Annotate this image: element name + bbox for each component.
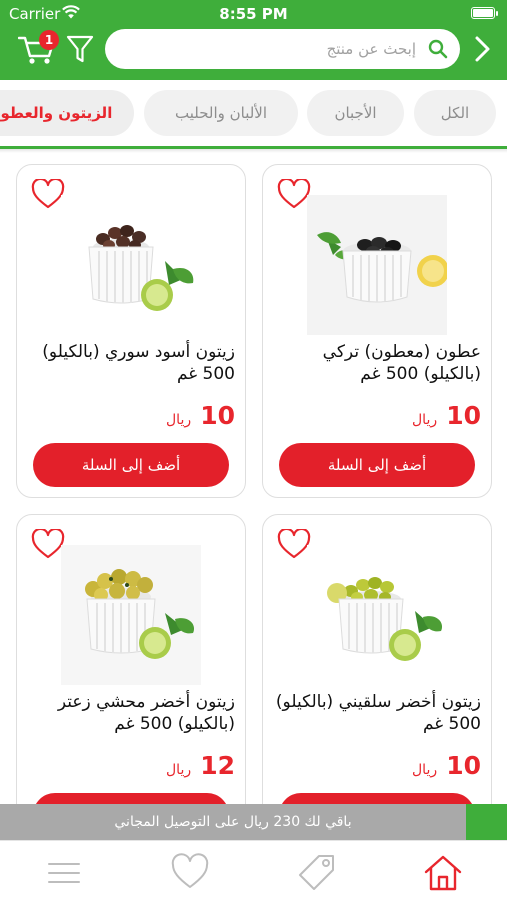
price-currency: ريال: [412, 762, 438, 778]
price-currency: ريال: [412, 412, 438, 428]
app-screen: Carrier 8:55 PM 1 إبحث عن منتج الكل الأج…: [0, 0, 507, 900]
product-name: زيتون أخضر سلقيني (بالكيلو) 500 غم: [275, 692, 481, 734]
price-value: 10: [446, 751, 481, 780]
product-image: [307, 195, 447, 335]
price-currency: ريال: [166, 762, 192, 778]
chevron-right-icon[interactable]: [469, 35, 495, 63]
category-tabs: الكل الأجبان الألبان والحليب الزيتون وال…: [0, 80, 507, 150]
product-price: 12 ريال: [166, 751, 235, 780]
add-to-cart-button[interactable]: أضف إلى السلة: [33, 443, 229, 487]
product-image: [61, 195, 201, 335]
product-price: 10 ريال: [166, 401, 235, 430]
tab-all[interactable]: الكل: [414, 90, 496, 136]
product-name: عطون (معطون) تركي (بالكيلو) 500 غم: [322, 342, 481, 384]
free-delivery-banner: باقي لك 230 ريال على التوصيل المجاني: [0, 804, 466, 840]
heart-icon[interactable]: [277, 179, 311, 209]
tab-cheeses[interactable]: الأجبان: [307, 90, 404, 136]
price-currency: ريال: [166, 412, 192, 428]
cart-count-badge: 1: [39, 30, 59, 50]
battery-icon: [471, 7, 498, 19]
product-card[interactable]: زيتون أسود سوري (بالكيلو) 500 غم 10 ريال…: [16, 164, 246, 498]
product-name: زيتون أخضر محشي زعتر (بالكيلو) 500 غم: [57, 692, 235, 734]
price-value: 10: [446, 401, 481, 430]
product-card[interactable]: عطون (معطون) تركي (بالكيلو) 500 غم 10 ري…: [262, 164, 492, 498]
price-value: 10: [200, 401, 235, 430]
home-icon[interactable]: [423, 853, 463, 893]
heart-icon[interactable]: [277, 529, 311, 559]
bottom-nav: [0, 840, 507, 900]
menu-icon[interactable]: [44, 853, 84, 893]
add-to-cart-button[interactable]: أضف إلى السلة: [279, 443, 475, 487]
clock: 8:55 PM: [219, 5, 288, 23]
filter-icon[interactable]: [66, 34, 94, 64]
tab-dairy-milk[interactable]: الألبان والحليب: [144, 90, 298, 136]
product-name: زيتون أسود سوري (بالكيلو) 500 غم: [42, 342, 235, 384]
search-input[interactable]: [125, 29, 416, 69]
price-value: 12: [200, 751, 235, 780]
tab-olives-atoon[interactable]: الزيتون والعطون: [0, 90, 134, 136]
product-image: [61, 545, 201, 685]
product-price: 10 ريال: [412, 401, 481, 430]
search-bar: [105, 29, 460, 69]
tabs-shadow: [0, 149, 507, 153]
app-header: Carrier 8:55 PM 1: [0, 0, 507, 80]
heart-icon[interactable]: [31, 179, 65, 209]
heart-icon[interactable]: [31, 529, 65, 559]
heart-icon[interactable]: [170, 853, 210, 893]
status-bar: Carrier 8:55 PM: [0, 0, 507, 28]
product-image: [307, 545, 447, 685]
search-icon: [428, 39, 448, 59]
tag-icon[interactable]: [297, 853, 337, 893]
product-price: 10 ريال: [412, 751, 481, 780]
delivery-progress-fill: [466, 804, 507, 840]
